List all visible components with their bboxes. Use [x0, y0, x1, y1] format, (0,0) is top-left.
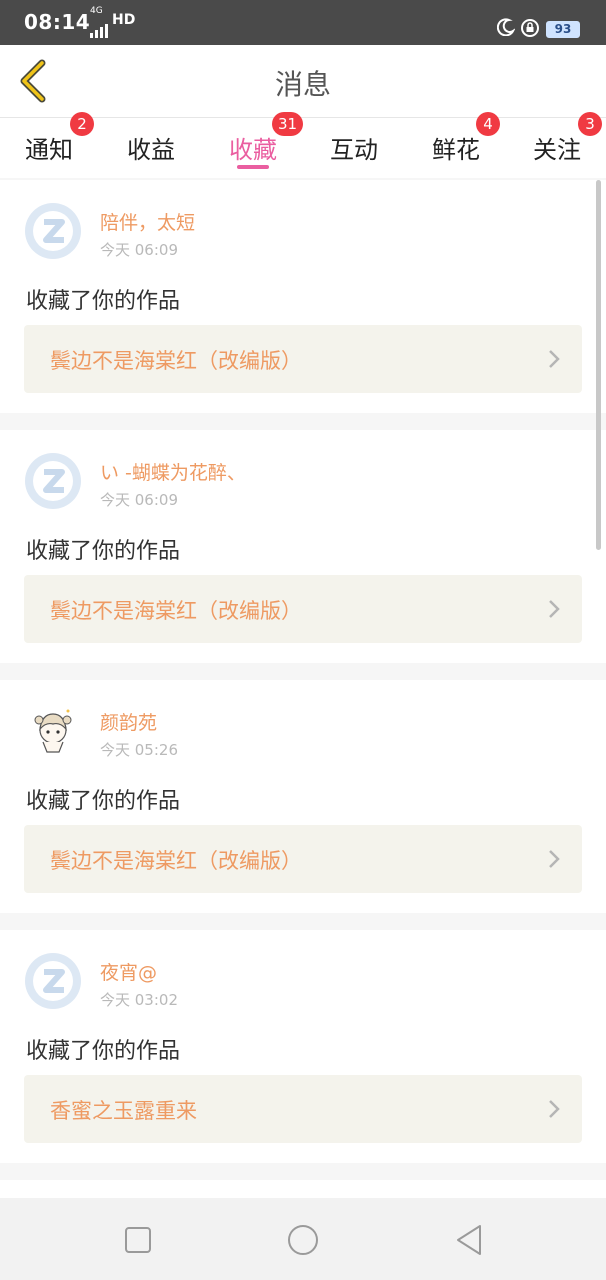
- chevron-right-icon: [549, 850, 560, 868]
- avatar-default-icon[interactable]: [24, 452, 82, 510]
- signal-icon: [90, 24, 108, 38]
- scrollbar[interactable]: [596, 180, 601, 550]
- user-name[interactable]: 陪伴，太短: [100, 208, 195, 235]
- tab-earnings[interactable]: 收益: [127, 130, 175, 165]
- list-item: 夜宵@ 今天 03:02 收藏了你的作品 香蜜之玉露重来: [0, 930, 606, 1163]
- timestamp: 今天 06:09: [100, 241, 178, 259]
- header-bar: 消息: [0, 45, 606, 118]
- moon-icon: [497, 18, 515, 36]
- battery-icon: 93: [546, 21, 580, 38]
- status-bar: 08:14 4G HD 93: [0, 0, 606, 45]
- lock-rotation-icon: [521, 19, 539, 37]
- recent-apps-icon[interactable]: [124, 1220, 152, 1260]
- avatar-cartoon-girl-icon[interactable]: [24, 702, 82, 760]
- action-text: 收藏了你的作品: [26, 539, 181, 564]
- chevron-right-icon: [549, 1100, 560, 1118]
- hd-indicator: HD: [112, 12, 136, 28]
- work-title: 香蜜之玉露重来: [50, 1099, 197, 1123]
- work-title: 鬓边不是海棠红（改编版）: [50, 849, 302, 873]
- home-icon[interactable]: [286, 1220, 320, 1260]
- user-name[interactable]: い -蝴蝶为花醉、: [100, 458, 246, 485]
- work-link[interactable]: 鬓边不是海棠红（改编版）: [24, 575, 582, 643]
- chevron-right-icon: [549, 350, 560, 368]
- status-time: 08:14: [24, 10, 91, 34]
- work-link[interactable]: 鬓边不是海棠红（改编版）: [24, 825, 582, 893]
- tab-badge-flowers: 4: [476, 112, 500, 136]
- active-tab-indicator: [237, 165, 269, 169]
- list-item: い -蝴蝶为花醉、 今天 06:09 收藏了你的作品 鬓边不是海棠红（改编版）: [0, 430, 606, 663]
- work-link[interactable]: 鬓边不是海棠红（改编版）: [24, 325, 582, 393]
- timestamp: 今天 06:09: [100, 491, 178, 509]
- tab-notify[interactable]: 通知: [25, 130, 73, 165]
- action-text: 收藏了你的作品: [26, 289, 181, 314]
- tab-flowers[interactable]: 鲜花: [432, 130, 480, 165]
- user-name[interactable]: 夜宵@: [100, 958, 157, 985]
- list-item: 颜韵苑 今天 05:26 收藏了你的作品 鬓边不是海棠红（改编版）: [0, 680, 606, 913]
- user-name[interactable]: 颜韵苑: [100, 708, 157, 735]
- tab-badge-follow: 3: [578, 112, 602, 136]
- list-item-partial: [0, 1180, 606, 1198]
- timestamp: 今天 05:26: [100, 741, 178, 759]
- avatar-default-icon[interactable]: [24, 202, 82, 260]
- tab-favorites[interactable]: 收藏: [229, 130, 277, 165]
- chevron-right-icon: [549, 600, 560, 618]
- work-title: 鬓边不是海棠红（改编版）: [50, 599, 302, 623]
- action-text: 收藏了你的作品: [26, 789, 181, 814]
- app-screen: 08:14 4G HD 93 消息 通知 收益 收藏 互动 鲜花 关注 2 31…: [0, 0, 606, 1280]
- network-type: 4G: [90, 6, 103, 16]
- work-title: 鬓边不是海棠红（改编版）: [50, 349, 302, 373]
- list-item: 陪伴，太短 今天 06:09 收藏了你的作品 鬓边不是海棠红（改编版）: [0, 180, 606, 413]
- page-title: 消息: [274, 68, 331, 101]
- timestamp: 今天 03:02: [100, 991, 178, 1009]
- tab-interaction[interactable]: 互动: [330, 130, 378, 165]
- system-nav-bar: [0, 1198, 606, 1280]
- tab-follow[interactable]: 关注: [533, 130, 581, 165]
- tab-badge-notify: 2: [70, 112, 94, 136]
- avatar-default-icon[interactable]: [24, 952, 82, 1010]
- tab-badge-favorites: 31: [272, 112, 304, 136]
- work-link[interactable]: 香蜜之玉露重来: [24, 1075, 582, 1143]
- action-text: 收藏了你的作品: [26, 1039, 181, 1064]
- back-icon[interactable]: [454, 1220, 484, 1260]
